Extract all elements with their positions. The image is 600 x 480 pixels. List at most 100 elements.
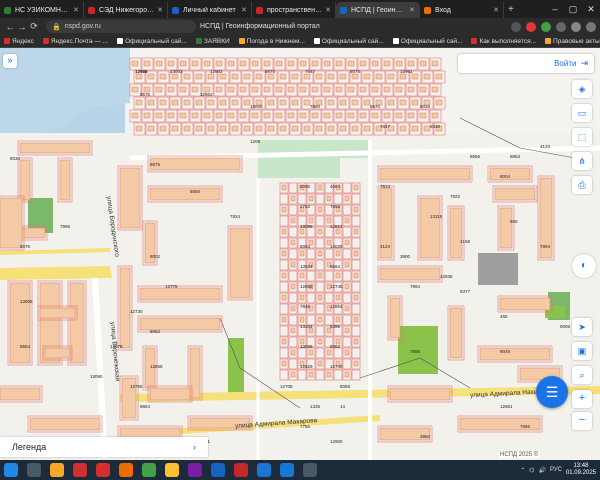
browser-tab[interactable]: НСПД | Геоинформ✕ — [336, 2, 420, 18]
fullscreen-icon[interactable]: ▣ — [572, 342, 592, 360]
building — [344, 305, 350, 312]
bookmark-item[interactable]: Официальный сай... — [313, 38, 384, 45]
window-controls: – ▢ ✕ — [546, 4, 600, 15]
opera-icon[interactable] — [96, 463, 110, 477]
bookmark-favicon-icon — [471, 38, 478, 44]
browser-tab[interactable]: Вход ✕ — [420, 2, 504, 18]
search-icon[interactable] — [27, 463, 41, 477]
bookmark-icon[interactable] — [511, 21, 521, 32]
tab-close-icon[interactable]: ✕ — [157, 6, 163, 14]
download-icon[interactable] — [556, 21, 566, 32]
bookmark-item[interactable]: Официальный сай... — [117, 38, 187, 45]
browser-tab[interactable]: Личный кабинет ✕ — [168, 2, 252, 18]
building — [251, 86, 259, 93]
volume-icon[interactable]: 🔊 — [538, 467, 545, 474]
legend-panel[interactable]: Легенда › — [0, 437, 208, 457]
building — [215, 60, 223, 67]
yandex-icon[interactable] — [73, 463, 87, 477]
forward-icon[interactable]: → — [16, 22, 28, 32]
measure-icon[interactable]: ▭ — [572, 104, 592, 122]
maximize-icon[interactable]: ▢ — [564, 4, 582, 15]
tab-close-icon[interactable]: ✕ — [325, 6, 331, 14]
start-icon[interactable] — [4, 463, 18, 477]
chevron-right-icon[interactable]: › — [193, 442, 196, 452]
chrome-icon[interactable] — [142, 463, 156, 477]
login-icon[interactable]: ⇥ — [580, 58, 588, 69]
tab-close-icon[interactable]: ✕ — [241, 6, 247, 14]
bookmark-item[interactable]: Яндекс.Почта — ... — [42, 38, 108, 45]
building — [315, 125, 323, 132]
back-icon[interactable]: ← — [4, 22, 16, 32]
word-icon[interactable] — [211, 463, 225, 477]
files-icon[interactable] — [50, 463, 64, 477]
sidebar-toggle-button[interactable]: » — [3, 54, 17, 68]
lot-number-label: 8004 — [500, 174, 511, 179]
search-area-icon[interactable]: ⌕ — [572, 366, 592, 384]
building — [231, 99, 239, 106]
locate-icon[interactable]: ➤ — [572, 318, 592, 336]
bookmark-item[interactable]: Правовые акты г... — [545, 38, 600, 45]
layers-icon[interactable]: ◈ — [572, 80, 592, 98]
firefox-icon[interactable] — [119, 463, 133, 477]
building — [281, 206, 287, 213]
tab-close-icon[interactable]: ✕ — [493, 6, 499, 14]
lot-number-label: 13003 — [170, 69, 183, 74]
red-app-icon[interactable] — [234, 463, 248, 477]
building — [219, 73, 227, 80]
network-icon[interactable]: ⌬ — [529, 467, 534, 474]
bookmark-item[interactable]: ЗАЯВКИ — [195, 38, 230, 45]
layers-fab-button[interactable]: ☰ — [536, 376, 568, 408]
minimize-icon[interactable]: – — [546, 4, 564, 15]
app2-icon[interactable] — [257, 463, 271, 477]
building — [207, 73, 215, 80]
browser-tab[interactable]: пространственные д✕ — [252, 2, 336, 18]
tab-close-icon[interactable]: ✕ — [409, 6, 415, 14]
yandex-browser-icon[interactable] — [165, 463, 179, 477]
menu-icon[interactable] — [586, 21, 596, 32]
url-input[interactable]: 🔒 nspd.gov.ru — [46, 20, 196, 33]
cadastral-map[interactable]: 12926 13003 12903 8675 7847 8075 129618575 1296… — [0, 48, 600, 460]
building — [479, 347, 551, 361]
browser-tab[interactable]: НС УЗИКОМНО 2.4.3.✕ — [0, 2, 84, 18]
building — [119, 167, 141, 229]
close-icon[interactable]: ✕ — [582, 4, 600, 15]
media-icon[interactable] — [188, 463, 202, 477]
bookmark-item[interactable]: Погода в Нижнем... — [238, 38, 305, 45]
extension2-icon[interactable] — [541, 21, 551, 32]
browser-tab[interactable]: СЭД Нижегородская✕ — [84, 2, 168, 18]
tab-close-icon[interactable]: ✕ — [73, 6, 79, 14]
lot-number-label: 8062 — [150, 329, 161, 334]
zoom-in-button[interactable]: + — [572, 390, 592, 408]
building — [344, 239, 350, 246]
lot-number-label: 8030 — [430, 124, 441, 129]
tab-label: НСПД | Геоинформ — [351, 6, 406, 14]
search-login-bar[interactable]: Войти ⇥ — [458, 54, 594, 73]
app4-icon[interactable] — [303, 463, 317, 477]
building — [323, 86, 331, 93]
building — [29, 417, 101, 431]
nspd-logo-icon[interactable]: ◐ — [572, 254, 596, 278]
building — [135, 73, 143, 80]
reload-icon[interactable]: ⟳ — [28, 21, 40, 32]
bookmark-item[interactable]: Официальный сай... — [392, 38, 462, 45]
map-canvas[interactable]: 12926 13003 12903 8675 7847 8075 12961 8575 1296… — [0, 48, 600, 460]
login-button[interactable]: Войти — [554, 59, 576, 68]
profile-icon[interactable] — [571, 21, 581, 32]
zoom-out-button[interactable]: − — [572, 412, 592, 430]
share-icon[interactable]: ⋔ — [572, 152, 592, 170]
language-indicator[interactable]: РУС — [550, 467, 562, 473]
tray-chevron-icon[interactable]: ⌃ — [520, 467, 525, 474]
print-icon[interactable]: ⎙ — [572, 176, 592, 194]
app3-icon[interactable] — [280, 463, 294, 477]
building — [287, 86, 295, 93]
bookmark-item[interactable]: Как выполняется... — [471, 38, 536, 45]
lot-number-label: 12961 — [500, 404, 513, 409]
select-area-icon[interactable]: ⬚ — [572, 128, 592, 146]
clock[interactable]: 13:48 01.09.2025 — [566, 463, 596, 477]
new-tab-button[interactable]: + — [508, 4, 520, 15]
building — [279, 99, 287, 106]
building — [251, 60, 259, 67]
building — [179, 60, 187, 67]
extension-icon[interactable] — [526, 21, 536, 32]
bookmark-item[interactable]: Яндекс — [4, 38, 34, 45]
